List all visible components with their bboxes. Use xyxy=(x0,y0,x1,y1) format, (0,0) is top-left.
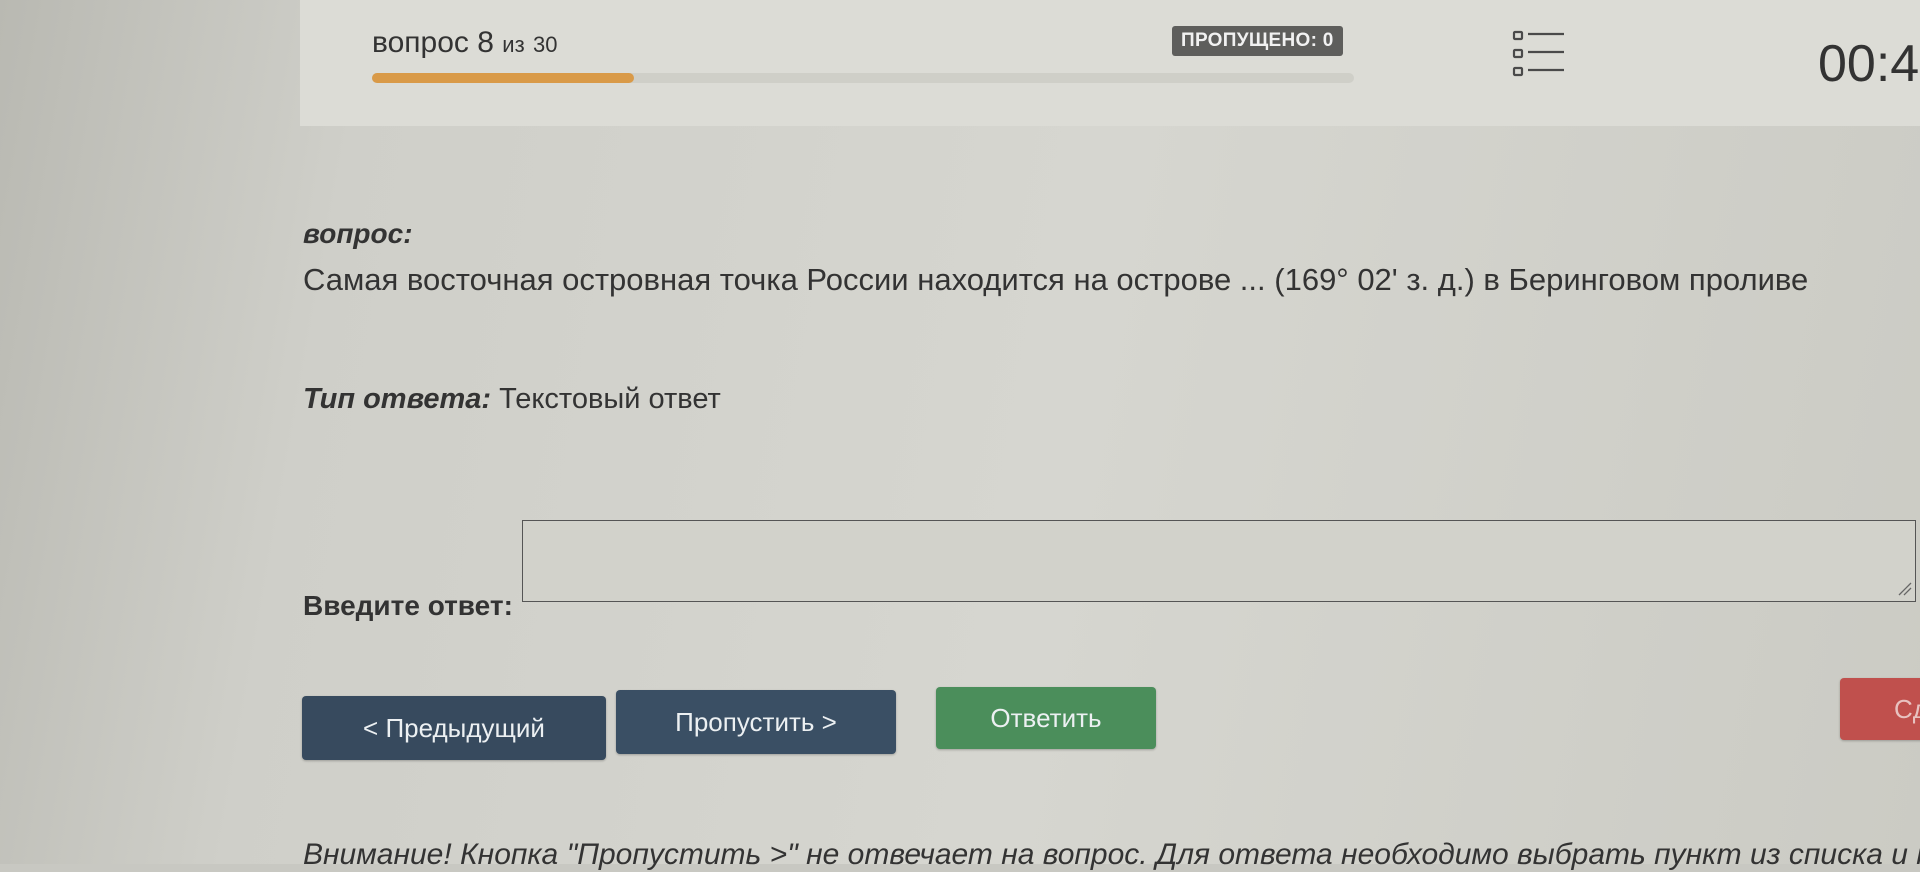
question-text: Самая восточная островная точка России н… xyxy=(303,262,1809,297)
timer: 00:4 xyxy=(1818,35,1920,93)
skip-notice: Внимание! Кнопка "Пропустить >" не отвеч… xyxy=(303,838,1920,871)
top-bar xyxy=(300,0,1920,126)
answer-input[interactable] xyxy=(522,520,1916,602)
answer-type-label: Тип ответа: xyxy=(303,383,492,415)
question-number: 8 xyxy=(477,26,494,59)
question-list-icon[interactable] xyxy=(1512,28,1566,80)
previous-button[interactable]: < Предыдущий xyxy=(302,696,606,760)
question-total: 30 xyxy=(533,32,558,57)
finish-button[interactable]: Сд xyxy=(1840,678,1920,740)
progress-fill xyxy=(372,73,635,83)
skip-button[interactable]: Пропустить > xyxy=(616,690,896,754)
of-word: из xyxy=(502,32,525,57)
question-label: вопрос: xyxy=(303,218,413,249)
answer-type-row: Тип ответа: Текстовый ответ xyxy=(303,383,721,416)
progress-bar xyxy=(372,73,1354,83)
skipped-badge: ПРОПУЩЕНО: 0 xyxy=(1172,26,1343,56)
page: вопрос 8 из 30 ПРОПУЩЕНО: 0 00:4 вопрос:… xyxy=(0,0,1920,871)
question-counter: вопрос 8 из 30 xyxy=(372,26,558,60)
answer-type-value: Текстовый ответ xyxy=(499,383,721,415)
question-word: вопрос xyxy=(372,26,469,59)
answer-label: Введите ответ: xyxy=(303,590,513,621)
answer-button[interactable]: Ответить xyxy=(936,687,1156,749)
resize-handle-icon[interactable] xyxy=(1896,580,1912,596)
